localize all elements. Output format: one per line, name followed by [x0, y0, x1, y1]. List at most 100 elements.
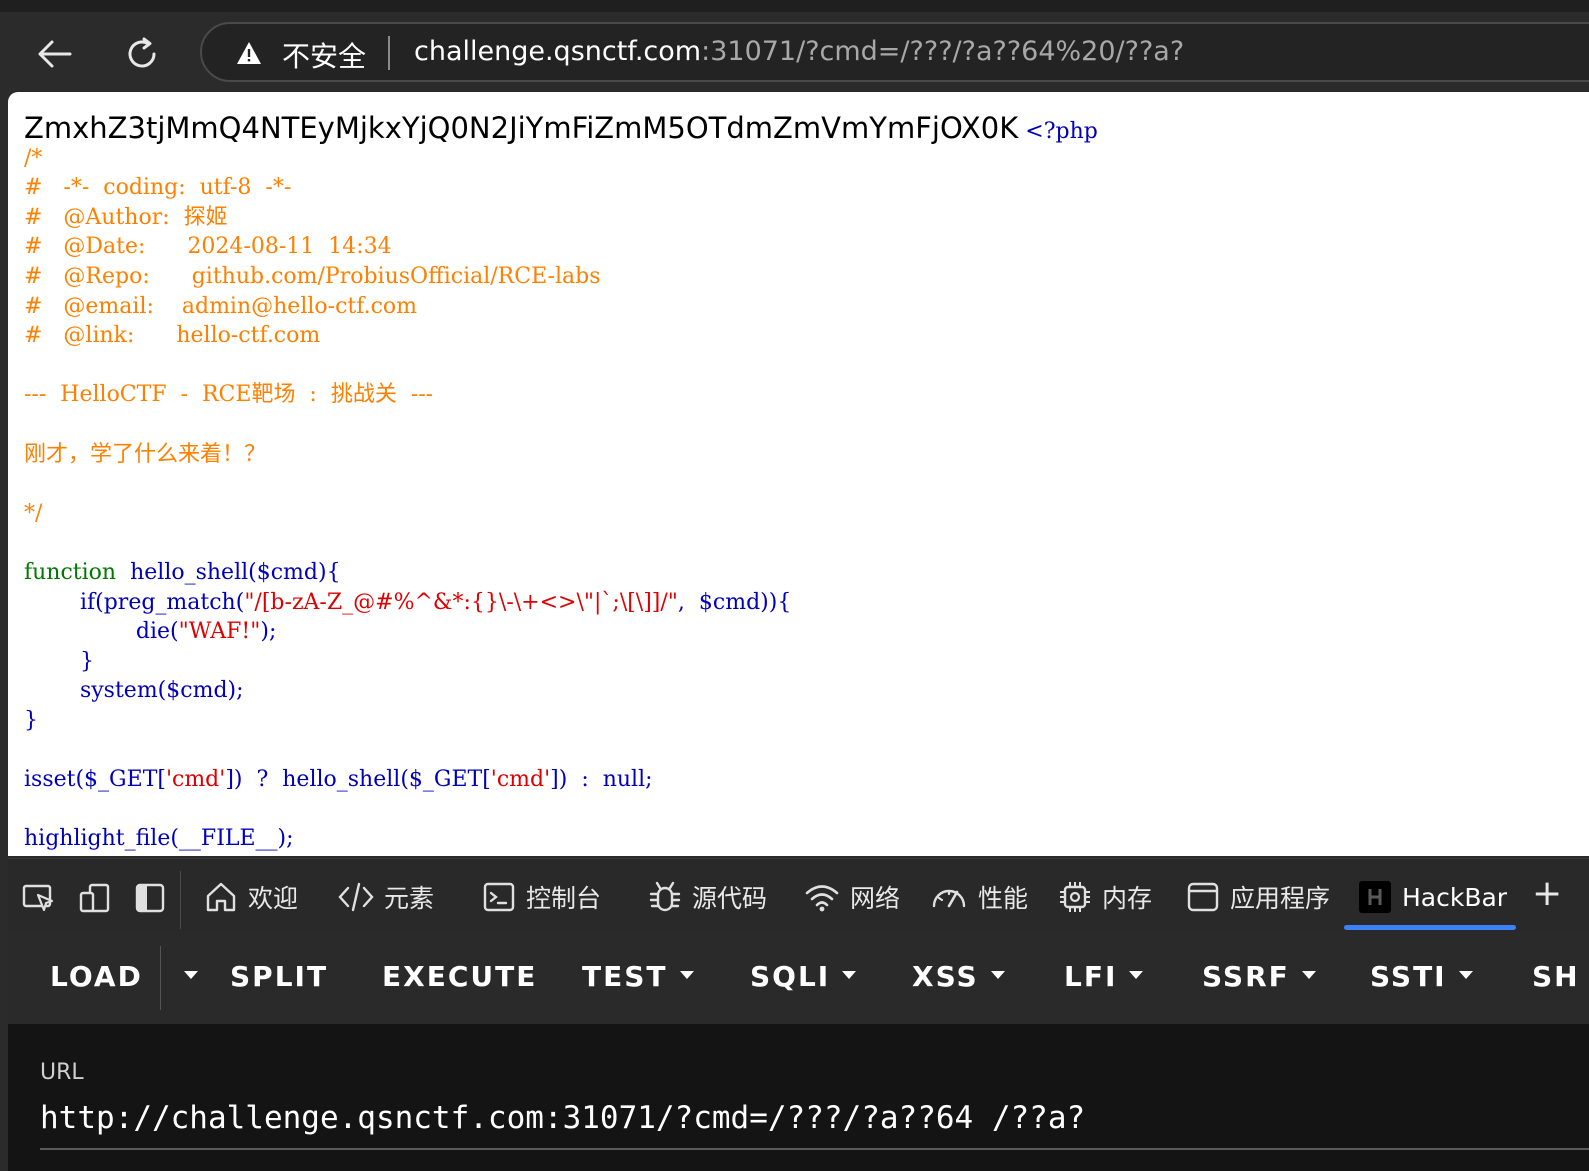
- code-line-function: function hello_shell($cmd){: [24, 558, 1584, 588]
- url-input[interactable]: http://challenge.qsnctf.com:31071/?cmd=/…: [40, 1100, 1085, 1136]
- tab-label: 欢迎: [248, 884, 299, 913]
- chip-icon: [1060, 882, 1090, 912]
- tab-sources[interactable]: 源代码: [648, 877, 767, 917]
- hackbar-toolbar: LOAD SPLIT EXECUTE TEST SQLI XSS LFI SSR…: [8, 932, 1589, 1024]
- home-icon: [206, 882, 236, 912]
- reload-icon: [128, 37, 156, 68]
- php-open-tag: <?php: [1025, 119, 1098, 144]
- code-line-if: if(preg_match("/[b-zA-Z_@#%^&*:{}\-\+<>\…: [24, 588, 1584, 618]
- address-bar[interactable]: 不安全 challenge.qsnctf.com:31071/?cmd=/???…: [200, 22, 1589, 82]
- code-brackets-icon: [338, 882, 374, 912]
- url-input-underline: [40, 1148, 1589, 1150]
- url-path: :31071/?cmd=/???/?a??64%20/??a?: [701, 36, 1185, 67]
- shell-menu-button[interactable]: SH: [1532, 960, 1580, 993]
- code-if-args: , $cmd)){: [677, 589, 792, 615]
- gauge-icon: [932, 889, 966, 908]
- code-die-close: );: [260, 619, 277, 645]
- code-if: if(preg_match(: [79, 589, 245, 615]
- tab-welcome[interactable]: 欢迎: [204, 877, 298, 917]
- device-toolbar-icon[interactable]: [78, 883, 112, 913]
- wifi-icon: [805, 885, 839, 912]
- code-isset: isset($_GET[: [24, 767, 166, 793]
- ssti-menu-button[interactable]: SSTI: [1370, 960, 1473, 993]
- add-tab-button[interactable]: +: [1532, 873, 1562, 914]
- dock-side-icon[interactable]: [134, 883, 168, 913]
- chevron-down-icon: [1301, 971, 1316, 979]
- load-separator: [160, 946, 161, 1010]
- arrow-left-icon: [38, 40, 72, 68]
- warning-icon: [237, 42, 261, 64]
- chevron-down-icon: [990, 971, 1005, 979]
- comment-line: # @email: admin@hello-ctf.com: [24, 293, 418, 319]
- code-function-name: hello_shell($cmd){: [130, 559, 341, 585]
- tab-console[interactable]: 控制台: [482, 877, 601, 917]
- url-text[interactable]: challenge.qsnctf.com:31071/?cmd=/???/?a?…: [414, 36, 1184, 67]
- tab-application[interactable]: 应用程序: [1186, 877, 1330, 917]
- flag-line: ZmxhZ3tjMmQ4NTEyMjkxYjQ0N2JiYmFiZmM5OTdm…: [24, 111, 1584, 145]
- tab-label: 源代码: [692, 884, 768, 913]
- comment-line: 刚才，学了什么来着！？: [24, 441, 267, 467]
- xss-menu-button[interactable]: XSS: [912, 960, 1005, 993]
- tab-performance[interactable]: 性能: [930, 877, 1028, 917]
- sqli-label: SQLI: [750, 960, 831, 993]
- tab-label: 元素: [384, 884, 435, 913]
- test-menu-button[interactable]: TEST: [582, 960, 694, 993]
- load-dropdown-button[interactable]: [172, 960, 198, 993]
- reload-button[interactable]: [118, 30, 166, 78]
- chevron-down-icon: [184, 971, 198, 979]
- devtools-tabbar: 欢迎 元素 控制台 源代码 网络 性能 内存 应用程序 HackBar +: [8, 858, 1589, 932]
- page-viewport: ZmxhZ3tjMmQ4NTEyMjkxYjQ0N2JiYmFiZmM5OTdm…: [8, 92, 1589, 856]
- chevron-down-icon: [679, 971, 694, 979]
- comment-line: # @Repo: github.com/ProbiusOfficial/RCE-…: [24, 263, 601, 289]
- code-die: die(: [135, 619, 179, 645]
- window-top-strip: [0, 0, 1589, 12]
- code-line-system: system($cmd);: [24, 676, 1584, 706]
- code-line-highlight: highlight_file(__FILE__);: [24, 826, 294, 852]
- flag-output: ZmxhZ3tjMmQ4NTEyMjkxYjQ0N2JiYmFiZmM5OTdm…: [24, 111, 1019, 145]
- hackbar-logo-icon: [1359, 881, 1391, 913]
- tab-label: HackBar: [1402, 882, 1508, 912]
- xss-label: XSS: [912, 960, 979, 993]
- bug-icon: [649, 881, 681, 912]
- comment-block: /* # -*- coding: utf-8 -*- # @Author: 探姬…: [24, 144, 1584, 529]
- tab-label: 应用程序: [1230, 884, 1331, 913]
- lfi-menu-button[interactable]: LFI: [1064, 960, 1144, 993]
- code-string: 'cmd': [490, 767, 551, 793]
- back-button[interactable]: [30, 30, 78, 78]
- inspect-element-icon[interactable]: [22, 883, 56, 913]
- code-regex: "/[b-zA-Z_@#%^&*:{}\-\+<>\"|`;\[\]]/": [244, 589, 678, 615]
- tab-hackbar[interactable]: HackBar: [1358, 877, 1507, 917]
- execute-button[interactable]: EXECUTE: [382, 960, 537, 993]
- chevron-down-icon: [1129, 971, 1144, 979]
- tab-network[interactable]: 网络: [804, 877, 900, 917]
- comment-line: [24, 469, 1584, 499]
- code-string: 'cmd': [165, 767, 226, 793]
- ssrf-menu-button[interactable]: SSRF: [1202, 960, 1316, 993]
- code-line-die: die("WAF!");: [24, 617, 1584, 647]
- load-button[interactable]: LOAD: [50, 960, 143, 993]
- tab-label: 控制台: [526, 884, 602, 913]
- address-separator: [388, 36, 390, 70]
- code-null: ]) : null;: [550, 767, 653, 793]
- comment-line: */: [24, 500, 43, 526]
- code-line-isset: isset($_GET['cmd']) ? hello_shell($_GET[…: [24, 765, 1584, 795]
- comment-line: # @link: hello-ctf.com: [24, 323, 321, 349]
- not-secure-label[interactable]: 不安全: [282, 35, 366, 75]
- tab-label: 性能: [978, 884, 1029, 913]
- chevron-down-icon: [1458, 971, 1473, 979]
- tab-separator: [180, 871, 181, 929]
- url-field-label: URL: [40, 1060, 84, 1085]
- console-icon: [483, 882, 515, 912]
- active-tab-indicator: [1344, 925, 1516, 930]
- tab-memory[interactable]: 内存: [1058, 877, 1152, 917]
- split-button[interactable]: SPLIT: [230, 960, 328, 993]
- application-window-icon: [1187, 882, 1219, 912]
- tab-elements[interactable]: 元素: [338, 877, 434, 917]
- sqli-menu-button[interactable]: SQLI: [750, 960, 857, 993]
- code-keyword: function: [24, 559, 131, 585]
- comment-line: # @Author: 探姬: [24, 204, 228, 230]
